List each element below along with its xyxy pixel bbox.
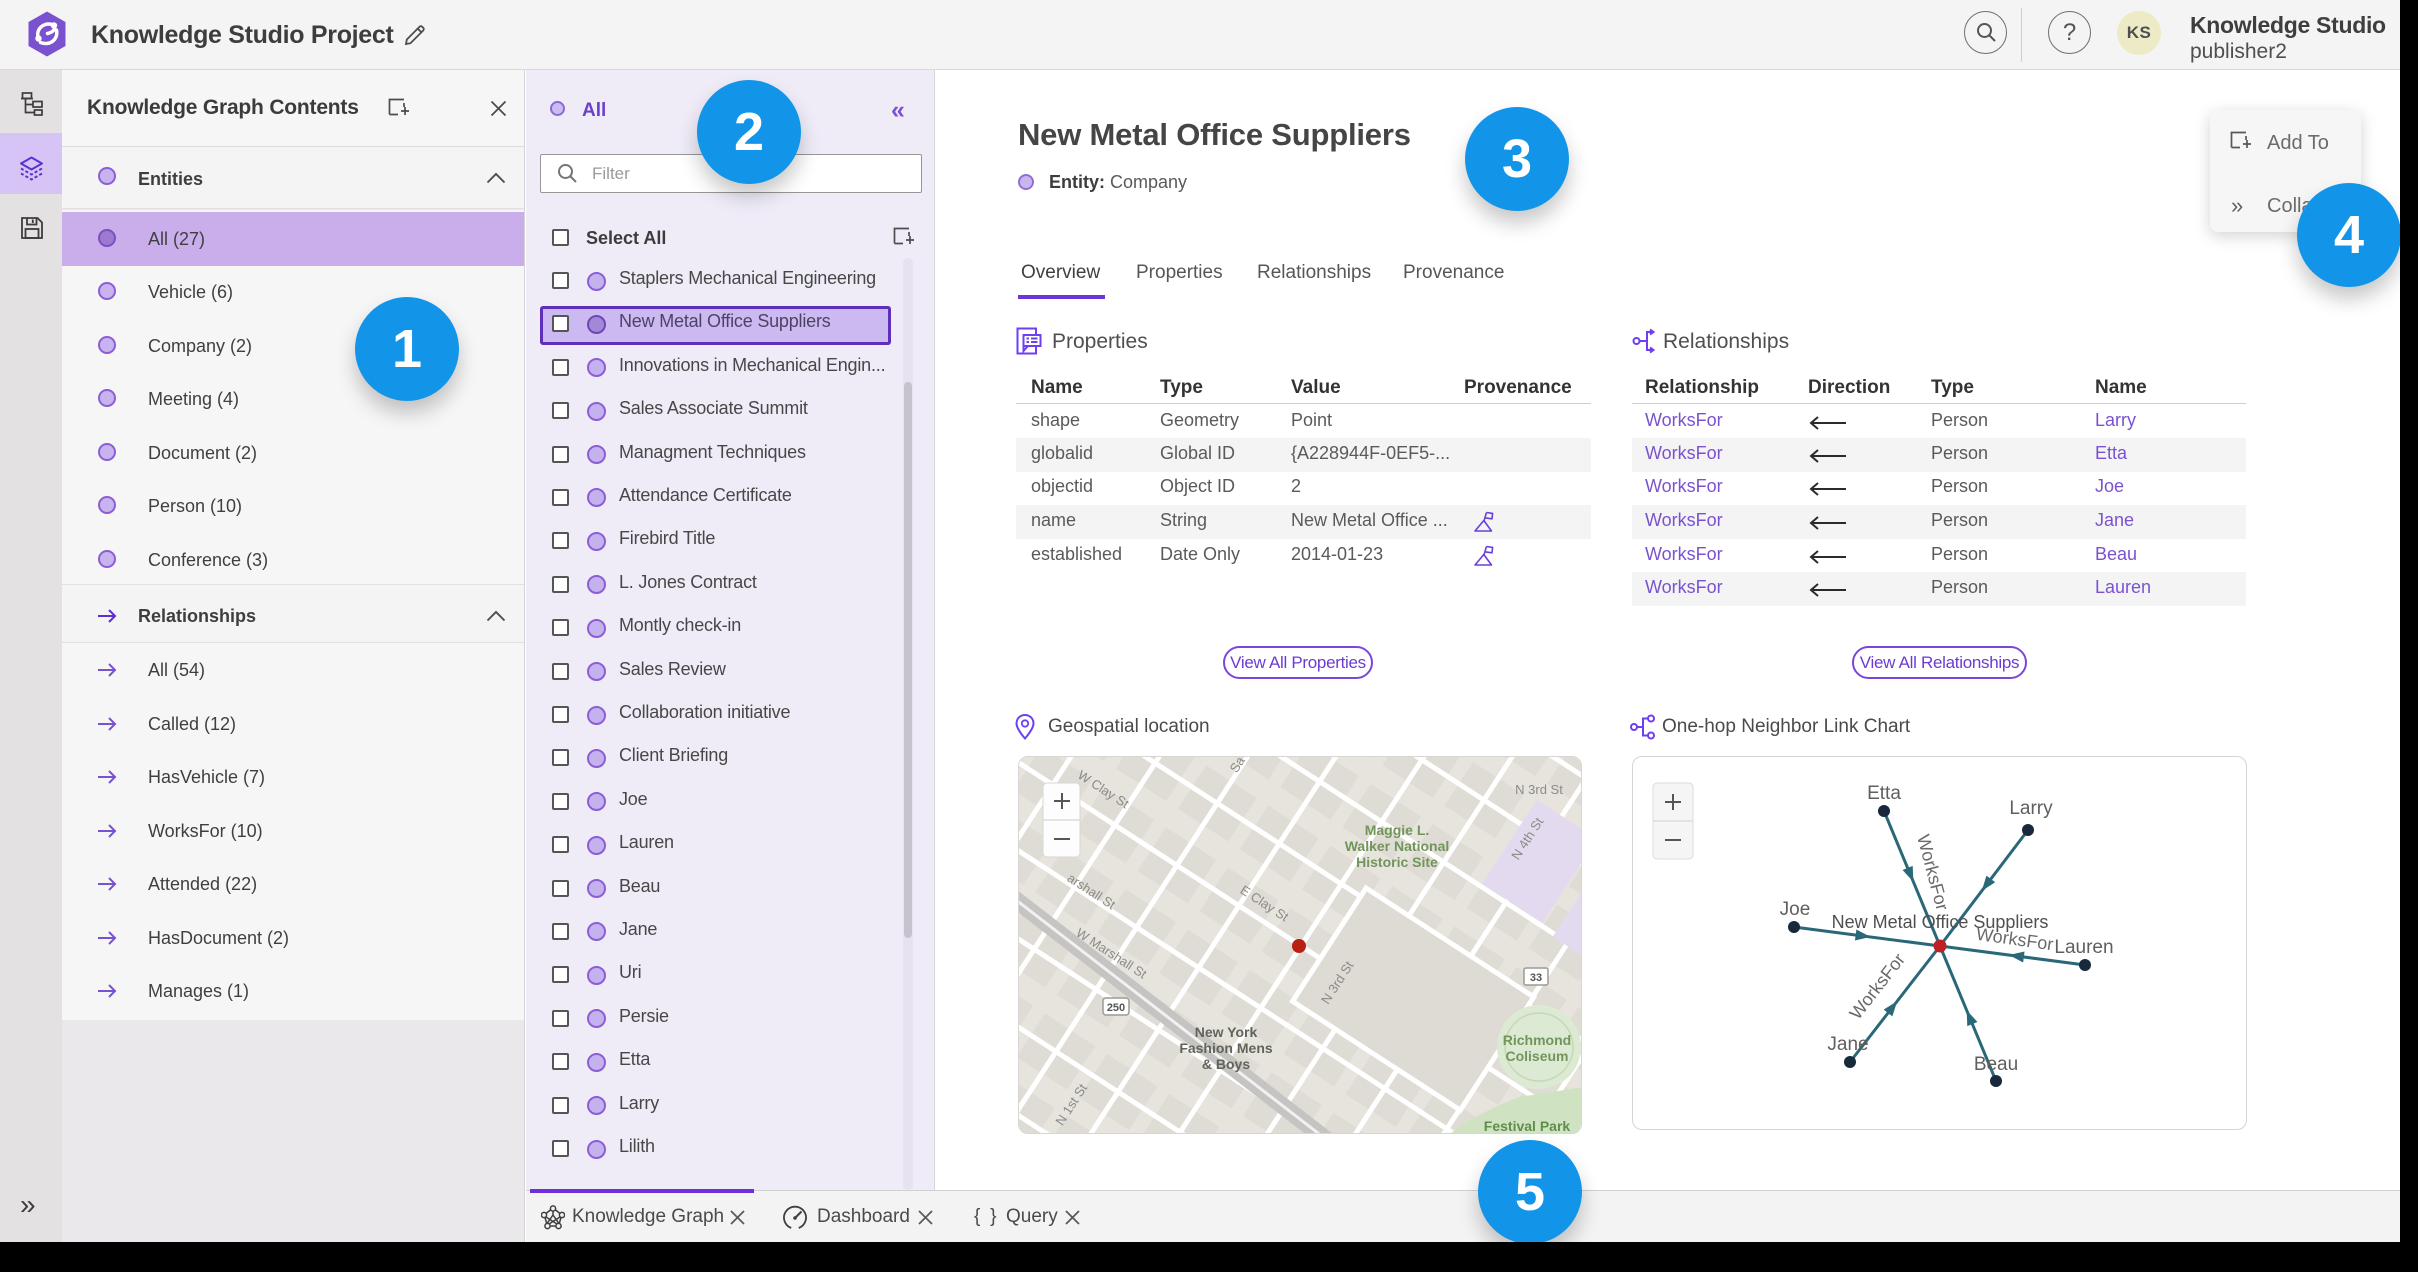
svg-text:Jane: Jane [1827, 1034, 1868, 1055]
svg-text:WorksFor: WorksFor [1845, 950, 1909, 1024]
svg-text:Larry: Larry [2009, 798, 2053, 819]
svg-text:New York: New York [1195, 1024, 1258, 1040]
svg-text:& Boys: & Boys [1202, 1056, 1250, 1072]
svg-text:Festival Park: Festival Park [1484, 1118, 1571, 1134]
svg-text:Beau: Beau [1974, 1054, 2018, 1075]
svg-text:Richmond: Richmond [1503, 1032, 1571, 1048]
svg-text:Historic Site: Historic Site [1356, 854, 1438, 870]
svg-text:Etta: Etta [1867, 783, 1901, 804]
svg-text:Fashion Mens: Fashion Mens [1179, 1040, 1273, 1056]
svg-text:Joe: Joe [1780, 899, 1811, 920]
svg-text:33: 33 [1530, 972, 1542, 984]
svg-text:Coliseum: Coliseum [1505, 1048, 1568, 1064]
svg-text:N 3rd St: N 3rd St [1515, 782, 1563, 797]
svg-text:Maggie L.: Maggie L. [1365, 822, 1430, 838]
svg-text:250: 250 [1107, 1002, 1125, 1014]
svg-text:WorksFor: WorksFor [1913, 832, 1952, 912]
svg-text:Walker National: Walker National [1345, 838, 1450, 854]
svg-text:Lauren: Lauren [2054, 937, 2113, 958]
